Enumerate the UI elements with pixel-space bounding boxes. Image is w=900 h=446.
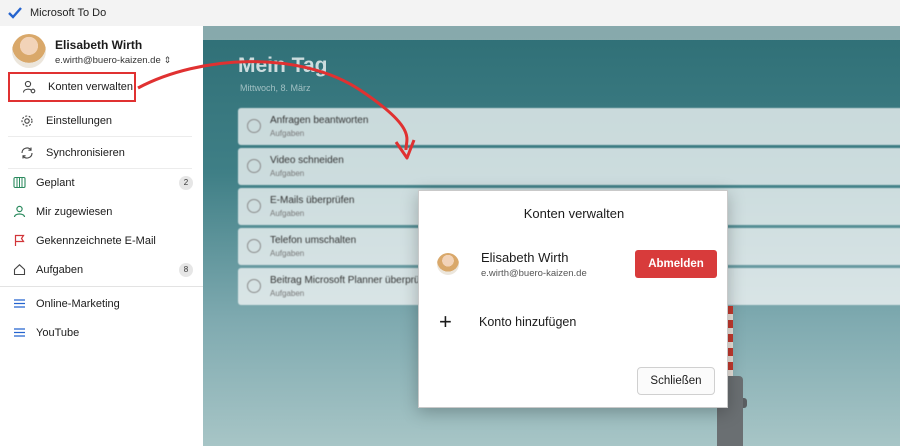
task-list-name: Aufgaben bbox=[270, 169, 305, 178]
sidebar-item-flagged-email[interactable]: Gekennzeichnete E-Mail bbox=[0, 226, 203, 255]
sidebar-item-online-marketing[interactable]: Online-Marketing bbox=[0, 289, 203, 318]
task-list-name: Aufgaben bbox=[270, 289, 305, 298]
calendar-icon bbox=[12, 176, 26, 190]
manage-accounts-dialog: Konten verwalten Elisabeth Wirth e.wirth… bbox=[418, 190, 728, 408]
sidebar-item-label: YouTube bbox=[36, 326, 80, 339]
task-title: Video schneiden bbox=[270, 155, 344, 166]
dialog-title: Konten verwalten bbox=[523, 206, 625, 221]
sidebar-item-assigned[interactable]: Mir zugewiesen bbox=[0, 197, 203, 226]
sidebar-item-label: Mir zugewiesen bbox=[36, 205, 113, 218]
account-avatar bbox=[437, 253, 459, 275]
task-title: Telefon umschalten bbox=[270, 235, 357, 246]
sidebar-item-label: Gekennzeichnete E-Mail bbox=[36, 234, 156, 247]
list-icon bbox=[12, 326, 26, 340]
account-name: Elisabeth Wirth bbox=[481, 250, 569, 265]
task-title: E-Mails überprüfen bbox=[270, 195, 355, 206]
blurred-header bbox=[203, 26, 900, 40]
menu-item-label: Konten verwalten bbox=[48, 81, 133, 93]
task-complete-checkbox[interactable] bbox=[247, 159, 261, 173]
task-row[interactable]: Anfragen beantworten Aufgaben bbox=[238, 108, 900, 145]
person-gear-icon bbox=[22, 80, 36, 94]
close-button[interactable]: Schließen bbox=[637, 367, 715, 395]
task-list-name: Aufgaben bbox=[270, 209, 305, 218]
menu-item-label: Einstellungen bbox=[46, 114, 113, 127]
task-complete-checkbox[interactable] bbox=[247, 199, 261, 213]
sign-out-button[interactable]: Abmelden bbox=[635, 250, 717, 278]
profile-email-row[interactable]: e.wirth@buero-kaizen.de ⇕ bbox=[55, 55, 171, 66]
account-menu: Konten verwalten Einstellungen Synchroni… bbox=[8, 72, 192, 169]
gear-icon bbox=[20, 114, 34, 128]
sidebar-item-tasks[interactable]: Aufgaben 8 bbox=[0, 255, 203, 284]
task-complete-checkbox[interactable] bbox=[247, 119, 261, 133]
person-icon bbox=[12, 205, 26, 219]
menu-item-label: Synchronisieren bbox=[46, 146, 125, 159]
page-date: Mittwoch, 8. März bbox=[240, 83, 311, 93]
chevron-updown-icon: ⇕ bbox=[163, 55, 172, 65]
home-icon bbox=[12, 263, 26, 277]
account-email: e.wirth@buero-kaizen.de bbox=[481, 268, 587, 279]
sidebar-item-label: Online-Marketing bbox=[36, 297, 120, 310]
menu-item-manage-accounts[interactable]: Konten verwalten bbox=[8, 72, 136, 102]
page-title: Mein Tag bbox=[238, 54, 328, 77]
sync-icon bbox=[20, 146, 34, 160]
menu-item-settings[interactable]: Einstellungen bbox=[8, 105, 192, 137]
plus-icon: + bbox=[439, 309, 452, 334]
sidebar-nav: Geplant 2 Mir zugewiesen Gekennzeichnete… bbox=[0, 168, 203, 347]
profile-name: Elisabeth Wirth bbox=[55, 38, 143, 52]
flag-icon bbox=[12, 234, 26, 248]
sidebar-item-label: Geplant bbox=[36, 176, 75, 189]
add-account-button[interactable]: + Konto hinzufügen bbox=[439, 311, 576, 333]
sidebar-item-label: Aufgaben bbox=[36, 263, 84, 276]
count-badge: 2 bbox=[179, 175, 193, 190]
divider bbox=[0, 286, 203, 287]
todo-check-icon bbox=[8, 6, 22, 20]
add-account-label: Konto hinzufügen bbox=[479, 315, 577, 329]
task-title: Anfragen beantworten bbox=[270, 115, 369, 126]
menu-item-sync[interactable]: Synchronisieren bbox=[8, 137, 192, 169]
sidebar: Elisabeth Wirth e.wirth@buero-kaizen.de ⇕… bbox=[0, 26, 203, 446]
profile-email: e.wirth@buero-kaizen.de bbox=[55, 55, 161, 66]
task-complete-checkbox[interactable] bbox=[247, 279, 261, 293]
sidebar-item-planned[interactable]: Geplant 2 bbox=[0, 168, 203, 197]
count-badge: 8 bbox=[179, 262, 193, 277]
task-list-name: Aufgaben bbox=[270, 129, 305, 138]
task-list-name: Aufgaben bbox=[270, 249, 305, 258]
avatar bbox=[12, 34, 46, 68]
task-complete-checkbox[interactable] bbox=[247, 239, 261, 253]
app-title: Microsoft To Do bbox=[30, 7, 107, 19]
profile-header[interactable]: Elisabeth Wirth e.wirth@buero-kaizen.de ⇕ bbox=[10, 34, 200, 72]
list-icon bbox=[12, 297, 26, 311]
task-row[interactable]: Video schneiden Aufgaben bbox=[238, 148, 900, 185]
title-bar: Microsoft To Do bbox=[0, 0, 900, 26]
task-title: Beitrag Microsoft Planner überprüfen bbox=[270, 275, 434, 286]
sidebar-item-youtube[interactable]: YouTube bbox=[0, 318, 203, 347]
